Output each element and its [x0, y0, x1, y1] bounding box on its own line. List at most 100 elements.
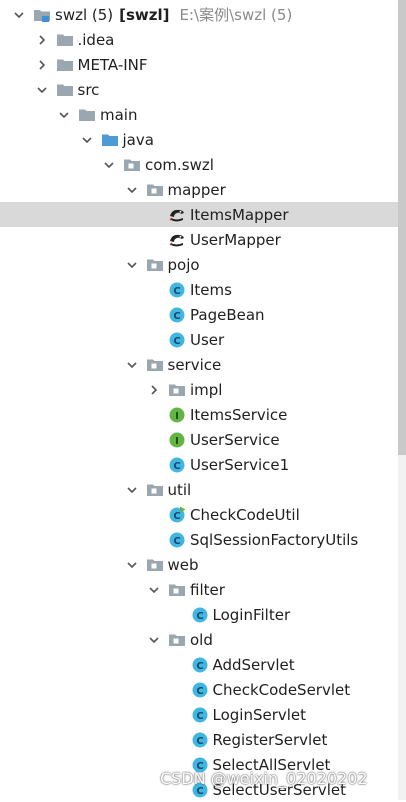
chevron-down-icon[interactable] [126, 184, 138, 196]
tree-item-registerservlet[interactable]: C RegisterServlet [0, 727, 398, 752]
project-tree: swzl (5) [swzl] E:\案例\swzl (5) .idea META-IN… [0, 0, 406, 800]
tree-item-filter[interactable]: filter [0, 577, 398, 602]
folder-icon [56, 81, 74, 99]
tree-item-label: service [167, 355, 222, 374]
interface-icon: I [168, 406, 186, 424]
chevron-right-icon[interactable] [36, 34, 48, 46]
svg-text:C: C [173, 460, 180, 471]
project-path: E:\案例\swzl (5) [179, 6, 293, 24]
tree-item-label: ItemsService [190, 405, 288, 424]
class-icon: C [168, 531, 186, 549]
vertical-scrollbar[interactable] [398, 0, 406, 800]
tree-item-mapper[interactable]: mapper [0, 177, 398, 202]
tree-item-checkcodeutil[interactable]: C CheckCodeUtil [0, 502, 398, 527]
tree-item-idea[interactable]: .idea [0, 27, 398, 52]
tree-item-label: UserService [190, 430, 280, 449]
package-icon [146, 556, 164, 574]
package-icon [146, 256, 164, 274]
chevron-down-icon[interactable] [126, 259, 138, 271]
scrollbar-thumb[interactable] [398, 0, 406, 455]
source-folder-icon [101, 131, 119, 149]
tree-item-label: util [167, 480, 192, 499]
chevron-down-icon[interactable] [126, 484, 138, 496]
tree-item-userservice1[interactable]: C UserService1 [0, 452, 398, 477]
tree-item-meta-inf[interactable]: META-INF [0, 52, 398, 77]
tree-item-label: RegisterServlet [212, 730, 328, 749]
watermark: CSDN @weixin_02020202 [160, 769, 368, 788]
chevron-down-icon[interactable] [126, 559, 138, 571]
folder-icon [78, 106, 96, 124]
folder-icon [56, 31, 74, 49]
chevron-right-icon[interactable] [36, 59, 48, 71]
tree-item-loginfilter[interactable]: C LoginFilter [0, 602, 398, 627]
tree-item-label: old [190, 630, 213, 649]
tree-item-pojo[interactable]: pojo [0, 252, 398, 277]
chevron-down-icon[interactable] [13, 9, 25, 21]
class-icon: C [168, 306, 186, 324]
package-icon [146, 181, 164, 199]
tree-item-main[interactable]: main [0, 102, 398, 127]
tree-item-addservlet[interactable]: C AddServlet [0, 652, 398, 677]
tree-item-label: CheckCodeServlet [212, 680, 351, 699]
tree-item-label: impl [190, 380, 223, 399]
tree-item-src[interactable]: src [0, 77, 398, 102]
svg-text:C: C [196, 710, 203, 721]
svg-text:C: C [173, 335, 180, 346]
tree-item-usermapper[interactable]: UserMapper [0, 227, 398, 252]
tree-item-loginservlet[interactable]: C LoginServlet [0, 702, 398, 727]
tree-item-old[interactable]: old [0, 627, 398, 652]
class-icon: C [168, 281, 186, 299]
chevron-down-icon[interactable] [103, 159, 115, 171]
svg-text:C: C [196, 610, 203, 621]
tree-item-itemsservice[interactable]: I ItemsService [0, 402, 398, 427]
tree-item-label: User [190, 330, 225, 349]
tree-item-label: main [100, 105, 138, 124]
chevron-down-icon[interactable] [36, 84, 48, 96]
package-icon [123, 156, 141, 174]
svg-text:C: C [196, 660, 203, 671]
tree-item-label: UserService1 [190, 455, 290, 474]
tree-item-sqlsessionfactoryutils[interactable]: C SqlSessionFactoryUtils [0, 527, 398, 552]
tree-item-userservice[interactable]: I UserService [0, 427, 398, 452]
tree-item-items[interactable]: C Items [0, 277, 398, 302]
tree-item-label: ItemsMapper [190, 205, 289, 224]
folder-icon [56, 56, 74, 74]
svg-text:I: I [175, 410, 179, 421]
tree-item-com-swzl[interactable]: com.swzl [0, 152, 398, 177]
tree-item-label: CheckCodeUtil [190, 505, 300, 524]
tree-item-label: java [122, 130, 154, 149]
svg-text:C: C [173, 535, 180, 546]
chevron-down-icon[interactable] [58, 109, 70, 121]
package-icon [146, 356, 164, 374]
chevron-right-icon[interactable] [148, 384, 160, 396]
class-icon: C [191, 656, 209, 674]
tree-item-pagebean[interactable]: C PageBean [0, 302, 398, 327]
tree-item-label: LoginFilter [212, 605, 291, 624]
chevron-down-icon[interactable] [148, 634, 160, 646]
tree-item-label: META-INF [77, 55, 148, 74]
tree-item-itemsmapper[interactable]: ItemsMapper [0, 202, 398, 227]
tree-item-user[interactable]: C User [0, 327, 398, 352]
svg-text:C: C [173, 285, 180, 296]
package-icon [168, 581, 186, 599]
class-icon: C [168, 331, 186, 349]
tree-item-label: web [167, 555, 199, 574]
tree-item-util[interactable]: util [0, 477, 398, 502]
tree-item-web[interactable]: web [0, 552, 398, 577]
chevron-down-icon[interactable] [148, 584, 160, 596]
class-icon: C [191, 681, 209, 699]
tree-item-checkcodeservlet[interactable]: C CheckCodeServlet [0, 677, 398, 702]
class-icon: C [191, 706, 209, 724]
tree-item-label: src [77, 80, 100, 99]
tree-item-service[interactable]: service [0, 352, 398, 377]
mybatis-bird-icon [168, 231, 186, 249]
tree-item-label: filter [190, 580, 225, 599]
project-root[interactable]: swzl (5) [swzl] E:\案例\swzl (5) [0, 2, 398, 27]
tree-item-impl[interactable]: impl [0, 377, 398, 402]
chevron-down-icon[interactable] [81, 134, 93, 146]
chevron-down-icon[interactable] [126, 359, 138, 371]
tree-item-label: Items [190, 280, 232, 299]
class-icon: C [191, 731, 209, 749]
tree-item-label: PageBean [190, 305, 265, 324]
tree-item-java[interactable]: java [0, 127, 398, 152]
